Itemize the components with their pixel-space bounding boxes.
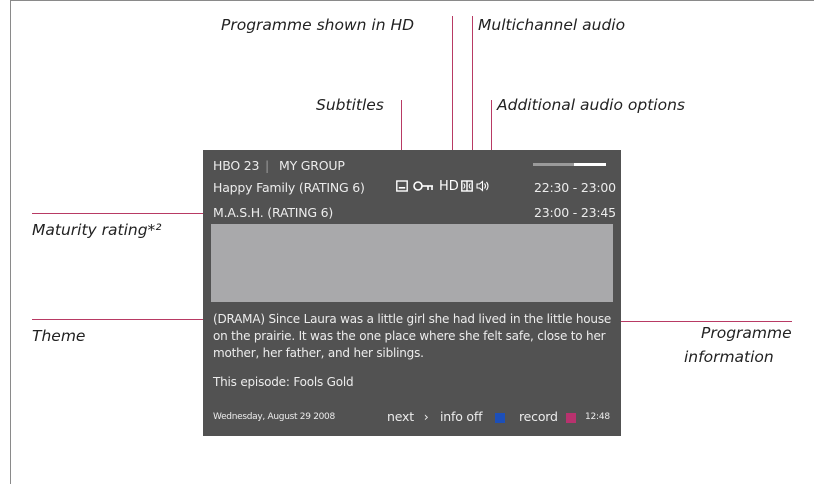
callout-multichannel: Multichannel audio [478, 16, 626, 34]
programme-description: (DRAMA) Since Laura was a little girl sh… [213, 312, 612, 360]
leader-programme-info [612, 321, 792, 322]
dolby-icon [461, 180, 473, 195]
record-button[interactable]: record [519, 409, 558, 424]
current-programme: Happy Family (RATING 6) [213, 180, 365, 195]
next-time-slot: 23:00 - 23:45 [534, 205, 616, 220]
channel-name: HBO 23 [213, 158, 260, 173]
tv-info-panel: HBO 23 | MY GROUP Happy Family (RATING 6… [203, 150, 621, 436]
key-icon [413, 180, 435, 195]
callout-theme: Theme [32, 327, 86, 345]
leader-theme [32, 319, 212, 320]
frame-left-border [10, 0, 11, 484]
leader-hd [452, 16, 453, 164]
episode-title: This episode: Fools Gold [213, 375, 354, 389]
next-label: next [387, 409, 414, 424]
channel-separator: | [265, 158, 270, 173]
next-programme: M.A.S.H. (RATING 6) [213, 205, 334, 220]
red-button-icon [566, 413, 576, 423]
frame-top-border [10, 0, 814, 1]
callout-subtitles: Subtitles [316, 96, 384, 114]
programme-image-placeholder [211, 224, 613, 302]
next-arrow-icon: › [423, 409, 429, 424]
callout-maturity: Maturity rating*² [32, 221, 162, 239]
callout-programme-info-1: Programme [701, 324, 792, 342]
leader-multichannel [472, 16, 473, 166]
callout-additional-audio: Additional audio options [497, 96, 685, 114]
blue-button-icon [495, 413, 505, 423]
speaker-icon [476, 180, 490, 195]
hd-icon: HD [439, 179, 459, 194]
next-button[interactable]: next › [387, 409, 429, 424]
info-off-button[interactable]: info off [440, 409, 482, 424]
callout-programme-info-2: information [684, 348, 774, 366]
date-label: Wednesday, August 29 2008 [213, 412, 335, 422]
callout-hd: Programme shown in HD [221, 16, 415, 34]
subtitles-icon [396, 180, 408, 195]
clock: 12:48 [585, 412, 610, 422]
channel-group: MY GROUP [279, 158, 345, 173]
progress-fill [574, 163, 606, 166]
current-time-slot: 22:30 - 23:00 [534, 180, 616, 195]
